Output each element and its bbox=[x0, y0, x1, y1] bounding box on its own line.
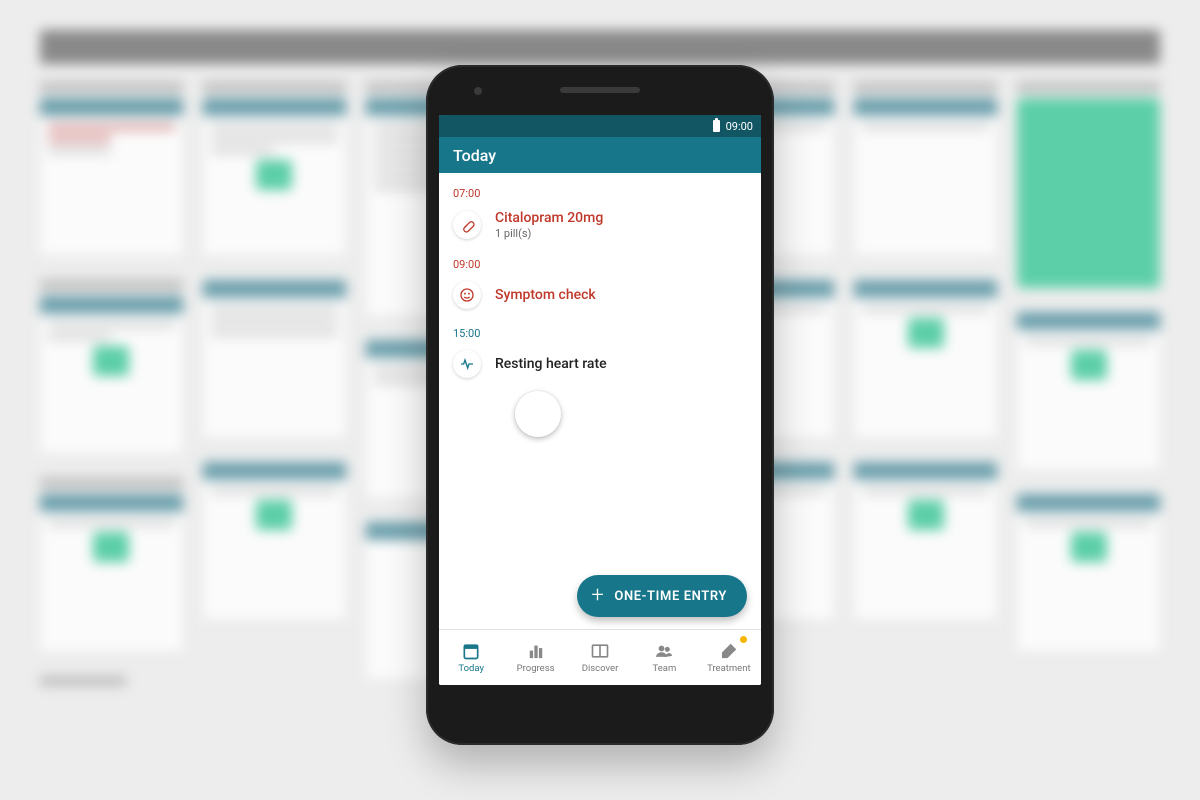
face-icon bbox=[453, 281, 481, 309]
phone-screen: 09:00 Today 07:00 Citalopram 20mg 1 pill… bbox=[439, 115, 761, 685]
nav-label: Today bbox=[458, 663, 484, 674]
nav-discover[interactable]: Discover bbox=[568, 630, 632, 685]
nav-team[interactable]: Team bbox=[632, 630, 696, 685]
app-bar-title: Today bbox=[453, 146, 496, 165]
nav-today[interactable]: Today bbox=[439, 630, 503, 685]
nav-label: Progress bbox=[517, 663, 555, 674]
progress-icon bbox=[526, 641, 546, 661]
time-label: 09:00 bbox=[453, 258, 747, 271]
nav-progress[interactable]: Progress bbox=[503, 630, 567, 685]
nav-label: Team bbox=[653, 663, 677, 674]
fab-label: ONE-TIME ENTRY bbox=[614, 589, 727, 604]
nav-label: Treatment bbox=[707, 663, 751, 674]
schedule-entry-measurement[interactable]: Resting heart rate bbox=[453, 344, 747, 390]
schedule-entry-symptom[interactable]: Symptom check bbox=[453, 275, 747, 321]
team-icon bbox=[654, 641, 674, 661]
status-bar: 09:00 bbox=[439, 115, 761, 137]
time-label: 15:00 bbox=[453, 327, 747, 340]
today-icon bbox=[461, 641, 481, 661]
schedule-entry-medication[interactable]: Citalopram 20mg 1 pill(s) bbox=[453, 204, 747, 252]
schedule-block: 09:00 Symptom check bbox=[453, 258, 747, 321]
entry-subtitle: 1 pill(s) bbox=[495, 227, 747, 240]
pill-icon bbox=[453, 211, 481, 239]
one-time-entry-button[interactable]: + ONE-TIME ENTRY bbox=[577, 575, 747, 617]
schedule-block: 07:00 Citalopram 20mg 1 pill(s) bbox=[453, 187, 747, 252]
status-time: 09:00 bbox=[726, 120, 753, 133]
schedule-list: 07:00 Citalopram 20mg 1 pill(s) 09:00 bbox=[439, 173, 761, 629]
battery-icon bbox=[713, 120, 720, 132]
treatment-icon bbox=[719, 641, 739, 661]
phone-earpiece bbox=[560, 87, 640, 93]
entry-title: Resting heart rate bbox=[495, 356, 747, 372]
entry-title: Symptom check bbox=[495, 287, 747, 303]
phone-frame: 09:00 Today 07:00 Citalopram 20mg 1 pill… bbox=[426, 65, 774, 745]
app-bar: Today bbox=[439, 137, 761, 173]
plus-icon: + bbox=[591, 585, 604, 607]
time-label: 07:00 bbox=[453, 187, 747, 200]
touch-indicator bbox=[515, 391, 561, 437]
schedule-block: 15:00 Resting heart rate bbox=[453, 327, 747, 390]
nav-label: Discover bbox=[582, 663, 619, 674]
nav-treatment[interactable]: Treatment bbox=[697, 630, 761, 685]
entry-title: Citalopram 20mg bbox=[495, 210, 747, 226]
bottom-nav: Today Progress Discover Team Treatment bbox=[439, 629, 761, 685]
heartbeat-icon bbox=[453, 350, 481, 378]
notification-badge bbox=[740, 636, 747, 643]
discover-icon bbox=[590, 641, 610, 661]
phone-camera bbox=[474, 87, 482, 95]
